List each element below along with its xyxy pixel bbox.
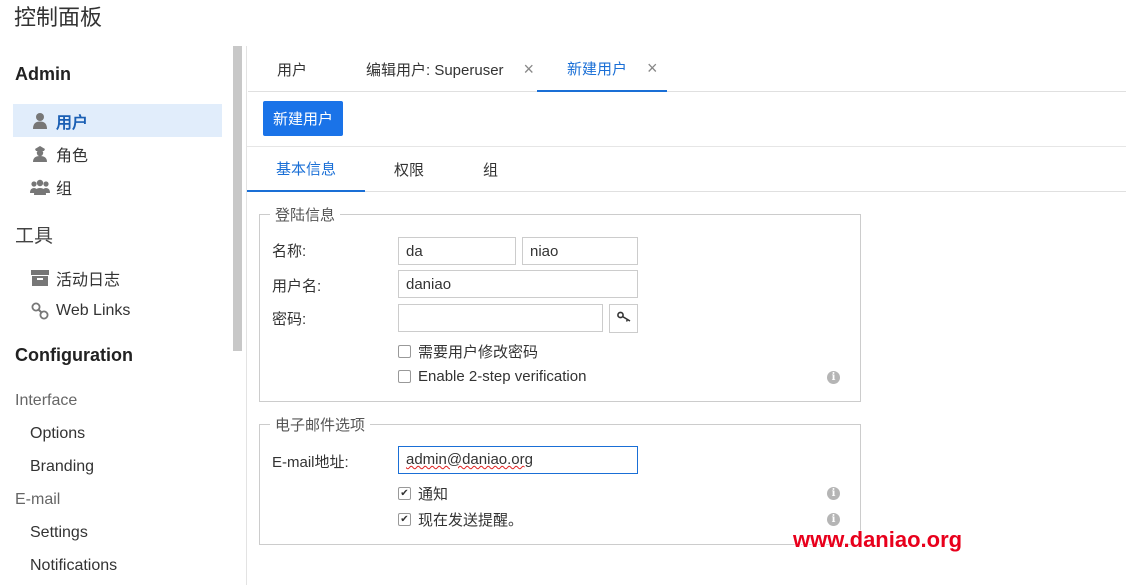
password-input[interactable] — [398, 304, 603, 332]
info-icon[interactable]: i — [827, 371, 840, 384]
email-label: E-mail地址: — [272, 454, 349, 471]
sidebar-item-notifications[interactable]: Notifications — [30, 557, 117, 575]
user-icon — [30, 112, 50, 130]
new-user-button[interactable]: 新建用户 — [263, 101, 343, 136]
sidebar-scrollbar[interactable] — [233, 46, 242, 351]
tab-users[interactable]: 用户 — [277, 46, 307, 92]
checkbox-label: Enable 2-step verification — [418, 368, 587, 385]
tab-label: 编辑用户: Superuser — [366, 61, 504, 79]
group-icon — [30, 178, 50, 196]
sidebar-group-email: E-mail — [15, 491, 61, 508]
email-value: admin@daniao.org — [406, 451, 533, 468]
info-icon[interactable]: i — [827, 487, 840, 500]
checkbox-box[interactable] — [398, 345, 411, 358]
name-label: 名称: — [272, 243, 307, 260]
sidebar: Admin 用户 角色 组 工具 活动日志 Web Links Configur… — [0, 46, 247, 585]
last-name-input[interactable] — [522, 237, 638, 265]
send-reminder-checkbox[interactable]: ✔ 现在发送提醒。 — [398, 509, 523, 530]
close-icon[interactable]: × — [647, 58, 658, 79]
sidebar-item-label: 活动日志 — [56, 271, 121, 289]
email-options-legend: 电子邮件选项 — [275, 417, 366, 434]
sidebar-item-groups[interactable]: 组 — [13, 170, 222, 203]
checkbox-label: 通知 — [418, 486, 449, 503]
checkbox-label: 需要用户修改密码 — [418, 344, 539, 361]
key-icon — [616, 310, 631, 327]
sidebar-item-label: 角色 — [56, 147, 89, 165]
sidebar-item-users[interactable]: 用户 — [13, 104, 222, 137]
password-label: 密码: — [272, 311, 307, 328]
notify-checkbox[interactable]: ✔ 通知 — [398, 483, 448, 504]
sidebar-item-label: 用户 — [56, 114, 89, 132]
checkbox-box[interactable]: ✔ — [398, 513, 411, 526]
username-input[interactable] — [398, 270, 638, 298]
login-info-legend: 登陆信息 — [275, 207, 336, 224]
tab-groups[interactable]: 组 — [483, 147, 498, 192]
sidebar-item-label: Web Links — [56, 301, 131, 319]
archive-icon — [30, 269, 50, 287]
tab-permissions[interactable]: 权限 — [394, 147, 424, 192]
email-input[interactable]: admin@daniao.org — [398, 446, 638, 474]
checkbox-label: 现在发送提醒。 — [418, 512, 524, 529]
sidebar-item-web-links[interactable]: Web Links — [13, 294, 222, 327]
sidebar-item-label: 组 — [56, 180, 73, 198]
tab-new-user[interactable]: 新建用户 × — [537, 46, 667, 92]
two-step-checkbox[interactable]: Enable 2-step verification — [398, 368, 586, 385]
require-password-change-checkbox[interactable]: 需要用户修改密码 — [398, 341, 538, 362]
sidebar-group-interface: Interface — [15, 392, 78, 409]
form-tab-bar: 基本信息 权限 组 — [247, 146, 1126, 192]
sidebar-item-roles[interactable]: 角色 — [13, 137, 222, 170]
generate-password-button[interactable] — [609, 304, 638, 333]
page-title: 控制面板 — [14, 6, 103, 31]
sidebar-item-settings[interactable]: Settings — [30, 524, 88, 542]
checkbox-box[interactable]: ✔ — [398, 487, 411, 500]
sidebar-section-admin: Admin — [15, 64, 71, 84]
tab-label: 用户 — [277, 61, 308, 79]
sidebar-section-tools: 工具 — [15, 225, 54, 247]
top-tab-bar: 用户 编辑用户: Superuser × 新建用户 × — [248, 46, 1126, 92]
sidebar-item-options[interactable]: Options — [30, 425, 85, 443]
tab-basic-info[interactable]: 基本信息 — [247, 147, 365, 192]
sidebar-item-activity-log[interactable]: 活动日志 — [13, 261, 222, 294]
username-label: 用户名: — [272, 278, 322, 295]
close-icon[interactable]: × — [524, 59, 535, 80]
role-icon — [30, 145, 50, 163]
tab-label: 新建用户 — [567, 60, 628, 78]
watermark: www.daniao.org — [793, 527, 963, 552]
checkbox-box[interactable] — [398, 370, 411, 383]
email-options-fieldset: 电子邮件选项 — [259, 414, 861, 545]
link-icon — [30, 302, 50, 320]
info-icon[interactable]: i — [827, 513, 840, 526]
first-name-input[interactable] — [398, 237, 516, 265]
tab-edit-user[interactable]: 编辑用户: Superuser × — [366, 46, 534, 92]
sidebar-item-branding[interactable]: Branding — [30, 458, 94, 476]
sidebar-section-configuration: Configuration — [15, 345, 133, 365]
